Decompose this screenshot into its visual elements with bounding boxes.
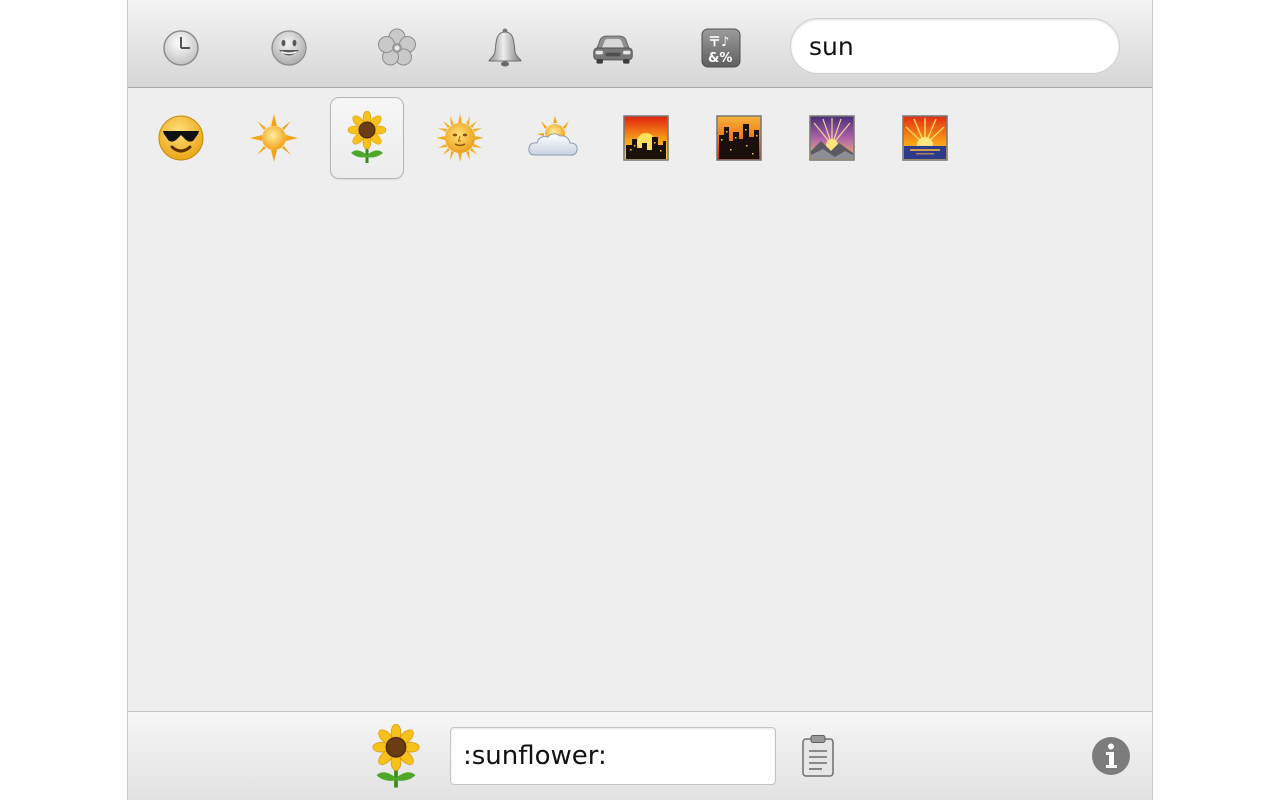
sunglasses-face-icon <box>158 115 204 161</box>
city-dusk-icon <box>716 115 762 161</box>
category-objects-button[interactable] <box>483 26 527 70</box>
emoji-name-text: :sunflower: <box>463 741 607 771</box>
flower-icon <box>378 28 416 66</box>
category-recents-button[interactable] <box>159 26 203 70</box>
emoji-cell-selected[interactable] <box>330 97 404 179</box>
emoji-cell[interactable] <box>609 97 683 179</box>
search-input[interactable] <box>809 27 1099 65</box>
search-field[interactable] <box>790 18 1120 74</box>
clipboard-icon <box>802 735 834 777</box>
emoji-cell[interactable] <box>423 97 497 179</box>
category-places-button[interactable] <box>591 26 635 70</box>
svg-text:&%: &% <box>708 51 732 66</box>
category-toolbar: 〒♪ &% <box>128 0 1152 88</box>
category-people-button[interactable] <box>267 26 311 70</box>
sun-behind-cloud-icon <box>528 116 578 156</box>
sunrise-over-mountains-icon <box>809 115 855 161</box>
emoji-cell[interactable] <box>237 97 311 179</box>
emoji-cell[interactable] <box>888 97 962 179</box>
category-symbols-button[interactable]: 〒♪ &% <box>699 26 743 70</box>
emoji-results-grid <box>128 89 1152 709</box>
info-button[interactable] <box>1091 736 1131 776</box>
info-icon <box>1092 737 1130 775</box>
emoji-cell[interactable] <box>516 97 590 179</box>
sunflower-icon <box>347 111 387 163</box>
sunrise-icon <box>902 115 948 161</box>
detail-bar: :sunflower: <box>128 711 1152 800</box>
selected-emoji-preview[interactable] <box>368 723 424 790</box>
emoji-picker-window: 〒♪ &% sun:sunflower: <box>127 0 1153 800</box>
emoji-cell[interactable] <box>795 97 869 179</box>
sun-with-face-icon <box>436 114 484 162</box>
city-sunset-icon <box>623 115 669 161</box>
sun-icon <box>250 114 298 162</box>
category-nature-button[interactable] <box>375 26 419 70</box>
emoji-name-field[interactable]: :sunflower: <box>450 727 776 785</box>
emoji-cell[interactable] <box>144 97 218 179</box>
svg-text:〒♪: 〒♪ <box>708 35 729 50</box>
copy-button[interactable] <box>800 734 836 778</box>
symbols-icon: 〒♪ &% <box>701 28 741 68</box>
sunflower-icon <box>372 723 420 788</box>
clock-icon <box>163 30 199 66</box>
emoji-cell[interactable] <box>702 97 776 179</box>
bell-icon <box>488 28 522 67</box>
smiley-icon <box>271 30 307 66</box>
car-icon <box>593 35 633 64</box>
